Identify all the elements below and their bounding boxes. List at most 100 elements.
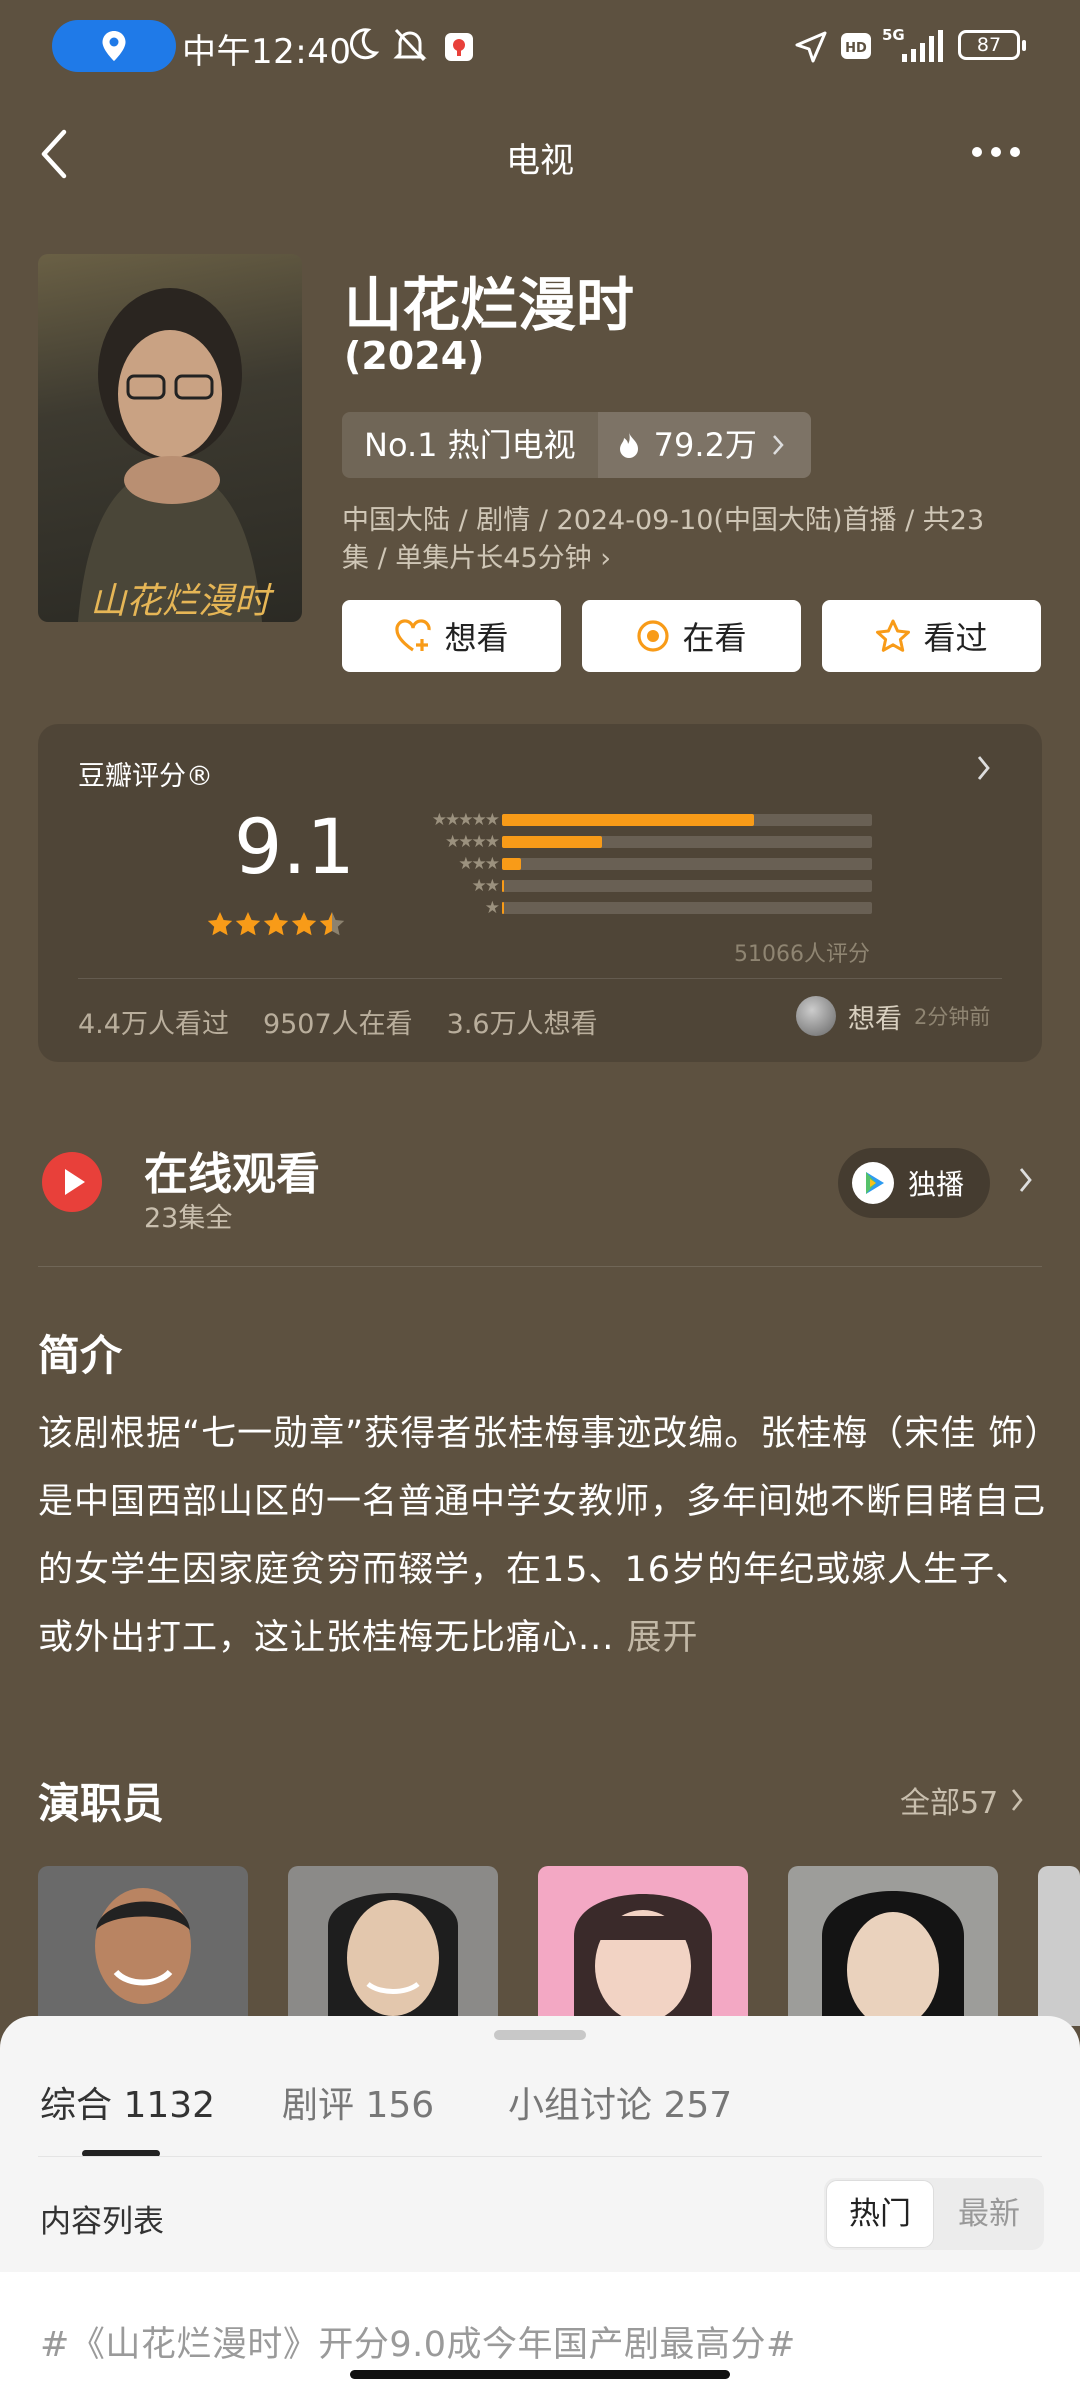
chevron-right-icon [773,435,784,455]
cast-card[interactable] [538,1866,748,2026]
location-indicator[interactable] [52,20,176,72]
rating-bar-stars-icon: ★★★★ [445,832,500,852]
rating-score: 9.1 [234,802,355,891]
episode-count: 23集全 [144,1203,233,1234]
cast-card[interactable] [1038,1866,1080,2026]
battery-indicator: 87 [958,30,1026,60]
rating-bar-fill [502,902,505,914]
tab-group-discussion[interactable]: 小组讨论 257 [508,2076,732,2128]
tab-reviews[interactable]: 剧评 156 [282,2076,434,2128]
moon-icon [349,28,380,60]
cast-heading: 演职员 [38,1779,165,1828]
chevron-right-icon[interactable] [976,754,992,782]
rating-bar-fill [502,880,505,892]
exclusive-label: 独播 [908,1168,965,1201]
poster-title-text: 山花烂漫时 [90,581,271,622]
rating-label: 豆瓣评分® [78,761,213,792]
poster-portrait-icon [78,288,262,622]
cast-all-label: 全部57 [900,1786,999,1821]
discussion-sheet[interactable]: 综合 1132 剧评 156 小组讨论 257 内容列表 热门 最新 #《山花烂… [0,2016,1080,2400]
mute-bell-icon [393,28,427,62]
show-poster[interactable]: 山花烂漫时 [38,254,302,622]
sort-toggle[interactable]: 热门 最新 [824,2178,1044,2250]
synopsis-heading: 简介 [38,1331,123,1380]
content-list-label: 内容列表 [40,2204,164,2240]
flame-icon [619,432,638,458]
rating-bar-1-star: ★ [398,898,918,918]
watched-label: 看过 [923,619,988,657]
divider [38,2156,1042,2157]
synopsis-text[interactable]: 该剧根据“七一勋章”获得者张桂梅事迹改编。张桂梅（宋佳 饰）是中国西部山区的一名… [38,1400,1048,1672]
recent-action: 想看 [848,1003,902,1035]
watching-count: 9507人在看 [262,1009,413,1040]
cast-photo-icon [822,1891,964,2026]
raters-count: 51066人评分 [734,942,870,967]
navigation-arrow-icon [795,31,827,63]
meta-line-2: 集 / 单集片长45分钟 › [342,543,611,574]
heat-chip[interactable]: 79.2万 [597,412,811,478]
rating-bar-fill [502,858,521,870]
rating-bar-5-star: ★★★★★ [398,810,918,830]
rating-bar-track [502,836,872,848]
watching-circle-icon [637,620,670,652]
show-year: (2024) [344,334,485,378]
list-item[interactable]: #《山花烂漫时》开分9.0成今年国产剧最高分# [0,2272,1080,2400]
rating-bar-2-star: ★★ [398,876,918,896]
want-button[interactable]: 想看 [342,600,561,672]
hd-icon: HD [841,33,871,59]
sheet-drag-handle[interactable] [494,2030,586,2040]
svg-text:HD: HD [845,41,867,56]
play-button[interactable] [42,1152,102,1212]
avatar [796,996,836,1036]
divider [78,978,1002,979]
chevron-right-icon[interactable] [1018,1166,1034,1194]
exclusive-platform-badge[interactable]: 独播 [838,1148,990,1218]
watched-count: 4.4万人看过 [78,1009,229,1040]
tab-overview[interactable]: 综合 1132 [40,2076,215,2128]
page-title: 电视 [506,141,574,181]
rating-card[interactable]: 豆瓣评分® 9.1 ★★★★★ ★★★★ ★★★ ★★ ★ 51066人评分 4.4万人… [38,724,1042,1062]
watched-button[interactable]: 看过 [822,600,1041,672]
post-title[interactable]: #《山花烂漫时》开分9.0成今年国产剧最高分# [40,2316,796,2367]
watching-button[interactable]: 在看 [582,600,801,672]
location-pin-icon [102,31,126,61]
rating-bar-fill [502,836,602,848]
synopsis-body: 该剧根据“七一勋章”获得者张桂梅事迹改编。张桂梅（宋佳 饰）是中国西部山区的一名… [38,1414,1047,1658]
chevron-right-icon [1012,1789,1023,1811]
show-meta[interactable]: 中国大陆 / 剧情 / 2024-09-10(中国大陆)首播 / 共23 集 /… [342,502,1042,578]
online-watch-title[interactable]: 在线观看 [144,1138,320,1202]
rating-bar-stars-icon: ★★★★★ [431,810,500,830]
sort-hot-button[interactable]: 热门 [826,2180,934,2248]
want-label: 想看 [444,619,509,657]
show-title: 山花烂漫时 [344,271,635,339]
rating-bar-fill [502,814,754,826]
cast-photo-icon [574,1894,712,2026]
star-outline-icon [876,619,911,652]
rating-bar-track [502,880,872,892]
rating-bar-stars-icon: ★ [484,898,500,918]
recent-activity[interactable]: 想看 2分钟前 [796,996,990,1036]
rank-badge[interactable]: No.1 热门电视 79.2万 [342,412,811,478]
status-bar: 中午12:40 HD 5G 87 [0,0,1080,96]
rating-stars-icon [207,912,345,936]
app-notification-icon [445,33,473,61]
recent-time: 2分钟前 [914,1005,991,1029]
cast-all-link[interactable]: 全部57 [900,1778,1024,1822]
rating-stats: 4.4万人看过 9507人在看 3.6万人想看 [78,1002,598,1041]
more-options-icon[interactable] [964,140,1028,164]
play-icon [65,1169,85,1195]
platform-logo-icon [852,1162,894,1204]
home-indicator[interactable] [350,2370,730,2379]
heat-value: 79.2万 [653,426,757,464]
meta-line-1: 中国大陆 / 剧情 / 2024-09-10(中国大陆)首播 / 共23 [342,505,985,536]
cast-card[interactable] [288,1866,498,2026]
rating-bar-track [502,902,872,914]
divider [38,1266,1042,1267]
expand-link[interactable]: 展开 [627,1618,699,1658]
cast-card[interactable] [788,1866,998,2026]
rating-bar-stars-icon: ★★ [471,876,500,896]
cast-card[interactable] [38,1866,248,2026]
signal-icon [902,30,943,62]
sort-latest-button[interactable]: 最新 [936,2180,1042,2248]
rating-bar-track [502,858,872,870]
